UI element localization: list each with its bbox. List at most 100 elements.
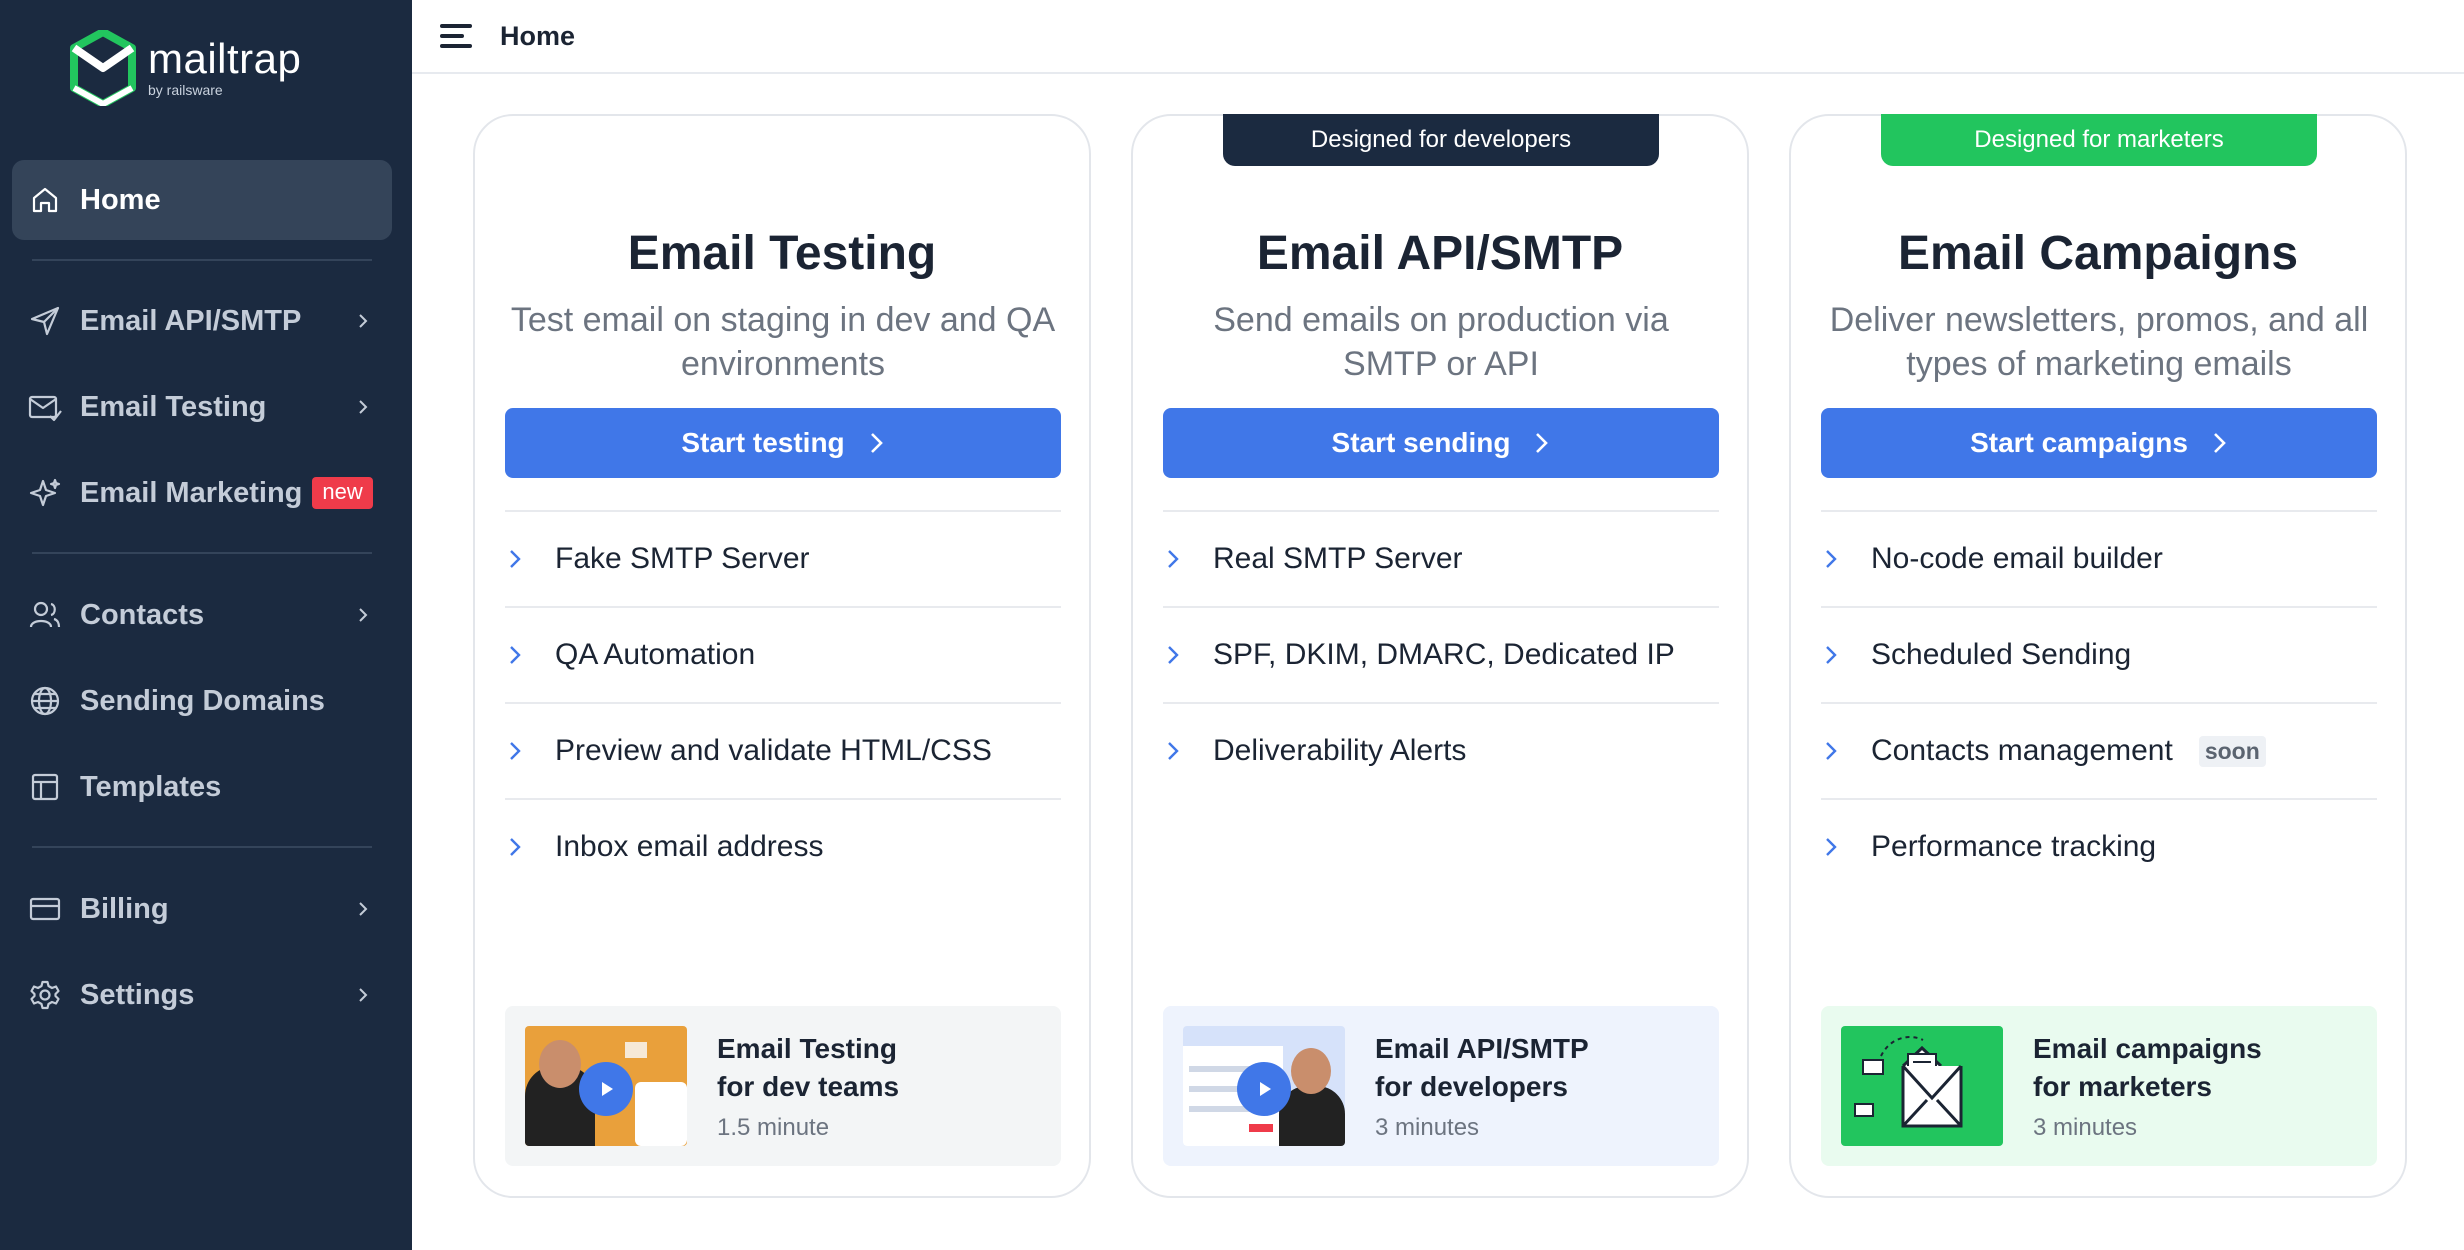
card-description: Test email on staging in dev and QA envi… bbox=[510, 301, 1056, 383]
sidebar-item-label: Sending Domains bbox=[80, 684, 325, 717]
feature-label: Performance tracking bbox=[1871, 830, 2157, 863]
sidebar-item-email-marketing[interactable]: Email Marketing new bbox=[12, 453, 392, 533]
email-api-smtp-card: Designed for developers Email API/SMTP S… bbox=[1131, 114, 1749, 1198]
card-title: Email Testing bbox=[627, 227, 937, 280]
sidebar-item-label: Contacts bbox=[80, 598, 205, 631]
feature-label: Scheduled Sending bbox=[1871, 638, 2132, 671]
video-thumbnail bbox=[1841, 1026, 2003, 1146]
send-icon bbox=[28, 304, 62, 338]
chevron-right-icon bbox=[1536, 433, 1549, 453]
video-thumbnail bbox=[1183, 1026, 1345, 1146]
play-icon bbox=[1237, 1062, 1291, 1116]
brand-by: by railsware bbox=[148, 82, 223, 98]
feature-list: Fake SMTP Server QA Automation Preview a… bbox=[505, 510, 1061, 894]
feature-item[interactable]: Real SMTP Server bbox=[1163, 510, 1719, 606]
video-title-line2: for developers bbox=[1375, 1071, 1568, 1102]
feature-label: SPF, DKIM, DMARC, Dedicated IP bbox=[1213, 638, 1675, 671]
sidebar: mailtrap by railsware Home Email API/SMT… bbox=[0, 0, 412, 1250]
feature-item[interactable]: SPF, DKIM, DMARC, Dedicated IP bbox=[1163, 606, 1719, 702]
chevron-right-icon bbox=[510, 838, 521, 856]
button-label: Start campaigns bbox=[1970, 427, 2188, 458]
feature-item[interactable]: Contacts management soon bbox=[1821, 702, 2377, 798]
mailtrap-logo[interactable]: mailtrap by railsware bbox=[70, 30, 301, 106]
feature-item[interactable]: Scheduled Sending bbox=[1821, 606, 2377, 702]
menu-icon[interactable] bbox=[440, 23, 474, 49]
email-testing-card: Email Testing Test email on staging in d… bbox=[473, 114, 1091, 1198]
feature-item[interactable]: Preview and validate HTML/CSS bbox=[505, 702, 1061, 798]
email-api-smtp-video[interactable]: Email API/SMTP for developers 3 minutes bbox=[1163, 1006, 1719, 1166]
play-icon bbox=[579, 1062, 633, 1116]
chevron-right-icon bbox=[2214, 433, 2226, 453]
sidebar-item-billing[interactable]: Billing bbox=[12, 869, 392, 949]
home-icon bbox=[28, 183, 62, 217]
email-testing-video[interactable]: Email Testing for dev teams 1.5 minute bbox=[505, 1006, 1061, 1166]
card-description: Send emails on production via SMTP or AP… bbox=[1213, 301, 1669, 383]
chevron-right-icon bbox=[510, 646, 521, 664]
chevron-right-icon bbox=[870, 433, 883, 453]
email-campaigns-video[interactable]: Email campaigns for marketers 3 minutes bbox=[1821, 1006, 2377, 1166]
brand-name: mailtrap bbox=[148, 35, 302, 82]
feature-label: Contacts management bbox=[1871, 734, 2173, 767]
page-title: Home bbox=[500, 20, 576, 51]
video-duration: 3 minutes bbox=[1375, 1114, 1480, 1141]
sidebar-item-home[interactable]: Home bbox=[12, 160, 392, 240]
sidebar-divider bbox=[32, 552, 372, 554]
feature-item[interactable]: No-code email builder bbox=[1821, 510, 2377, 606]
feature-item[interactable]: Inbox email address bbox=[505, 798, 1061, 894]
sidebar-item-email-api-smtp[interactable]: Email API/SMTP bbox=[12, 281, 392, 361]
chevron-right-icon bbox=[1826, 838, 1837, 856]
video-title-line1: Email API/SMTP bbox=[1375, 1033, 1589, 1064]
feature-item[interactable]: Deliverability Alerts bbox=[1163, 702, 1719, 798]
sidebar-item-email-testing[interactable]: Email Testing bbox=[12, 367, 392, 447]
feature-label: Inbox email address bbox=[555, 830, 824, 863]
card-title: Email Campaigns bbox=[1897, 227, 2299, 280]
chevron-right-icon bbox=[359, 314, 368, 328]
video-duration: 1.5 minute bbox=[717, 1114, 830, 1141]
chevron-right-icon bbox=[1168, 646, 1179, 664]
button-label: Start sending bbox=[1331, 427, 1511, 458]
templates-icon bbox=[28, 770, 62, 804]
chevron-right-icon bbox=[1826, 646, 1837, 664]
chevron-right-icon bbox=[1826, 742, 1837, 760]
designed-for-developers-flag: Designed for developers bbox=[1223, 114, 1659, 166]
chevron-right-icon bbox=[359, 902, 368, 916]
mailtrap-logo-icon bbox=[70, 30, 136, 106]
envelope-illustration-icon bbox=[1854, 1036, 1963, 1128]
sidebar-item-label: Email Marketing bbox=[80, 476, 303, 509]
sidebar-item-label: Templates bbox=[80, 770, 222, 803]
feature-list: No-code email builder Scheduled Sending … bbox=[1821, 510, 2377, 894]
feature-item[interactable]: QA Automation bbox=[505, 606, 1061, 702]
sparkle-icon bbox=[28, 476, 62, 510]
video-title-line1: Email campaigns bbox=[2033, 1033, 2262, 1064]
feature-item[interactable]: Fake SMTP Server bbox=[505, 510, 1061, 606]
feature-label: QA Automation bbox=[555, 638, 756, 671]
video-thumbnail bbox=[525, 1026, 687, 1146]
feature-label: Deliverability Alerts bbox=[1213, 734, 1467, 767]
chevron-right-icon bbox=[1168, 550, 1179, 568]
start-campaigns-button[interactable]: Start campaigns bbox=[1821, 408, 2377, 478]
feature-label: No-code email builder bbox=[1871, 542, 2163, 575]
new-badge: new bbox=[312, 477, 373, 509]
sidebar-item-label: Email Testing bbox=[80, 390, 267, 423]
feature-item[interactable]: Performance tracking bbox=[1821, 798, 2377, 894]
sidebar-item-contacts[interactable]: Contacts bbox=[12, 575, 392, 655]
chevron-right-icon bbox=[359, 608, 368, 622]
chevron-right-icon bbox=[1826, 550, 1837, 568]
sidebar-item-templates[interactable]: Templates bbox=[12, 747, 392, 827]
card-title: Email API/SMTP bbox=[1256, 227, 1624, 280]
email-campaigns-card: Designed for marketers Email Campaigns D… bbox=[1789, 114, 2407, 1198]
soon-badge: soon bbox=[2198, 735, 2266, 767]
start-testing-button[interactable]: Start testing bbox=[505, 408, 1061, 478]
start-sending-button[interactable]: Start sending bbox=[1163, 408, 1719, 478]
sidebar-item-label: Home bbox=[80, 183, 161, 216]
chevron-right-icon bbox=[1168, 742, 1179, 760]
globe-icon bbox=[28, 684, 62, 718]
sidebar-item-settings[interactable]: Settings bbox=[12, 955, 392, 1035]
gear-icon bbox=[28, 978, 62, 1012]
chevron-right-icon bbox=[510, 550, 521, 568]
sidebar-item-label: Billing bbox=[80, 892, 169, 925]
feature-label: Fake SMTP Server bbox=[555, 542, 810, 575]
video-title-line1: Email Testing bbox=[717, 1033, 897, 1064]
card-description: Deliver newsletters, promos, and all typ… bbox=[1829, 301, 2369, 383]
sidebar-item-sending-domains[interactable]: Sending Domains bbox=[12, 661, 392, 741]
